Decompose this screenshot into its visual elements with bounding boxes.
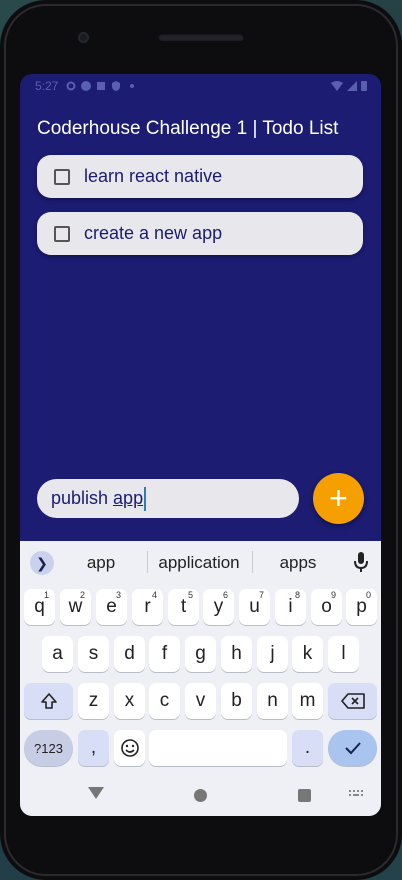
key-u[interactable]: u7	[239, 589, 270, 625]
screen: 5:27 Coderhouse Challenge 1 | Todo List …	[20, 74, 381, 816]
notification-icon	[81, 81, 92, 91]
home-nav-icon[interactable]	[194, 789, 207, 802]
input-text: publish	[51, 488, 114, 508]
shift-icon	[40, 693, 57, 709]
period-key[interactable]: .	[292, 730, 323, 766]
checkmark-icon	[344, 742, 361, 755]
key-m[interactable]: m	[292, 683, 323, 719]
key-p[interactable]: p0	[346, 589, 377, 625]
key-y[interactable]: y6	[203, 589, 234, 625]
todo-checkbox[interactable]	[54, 225, 70, 242]
enter-key[interactable]	[328, 730, 377, 766]
key-l[interactable]: l	[328, 636, 359, 672]
new-todo-input[interactable]: publish app	[37, 479, 299, 518]
key-d[interactable]: d	[114, 636, 145, 672]
key-c[interactable]: c	[149, 683, 180, 719]
suggestion[interactable]: apps	[265, 553, 331, 573]
chevron-right-icon: ❯	[36, 554, 48, 571]
text-cursor	[144, 486, 147, 511]
more-notifications-icon	[130, 84, 135, 88]
plus-icon: +	[329, 480, 348, 516]
key-b[interactable]: b	[221, 683, 252, 719]
key-s[interactable]: s	[78, 636, 109, 672]
status-bar: 5:27	[20, 74, 381, 98]
suggestion[interactable]: application	[153, 553, 245, 573]
key-a[interactable]: a	[42, 636, 73, 672]
key-n[interactable]: n	[257, 683, 288, 719]
key-z[interactable]: z	[78, 683, 109, 719]
key-e[interactable]: e3	[96, 589, 127, 625]
suggestion[interactable]: app	[70, 553, 132, 573]
status-time: 5:27	[35, 79, 59, 93]
expand-toolbar-button[interactable]: ❯	[30, 551, 54, 575]
soft-keyboard: ❯ app application apps q1 w2 e3 r4 t5 y6	[20, 541, 381, 816]
app-title: Coderhouse Challenge 1 | Todo List	[37, 118, 339, 139]
key-i[interactable]: i8	[275, 589, 306, 625]
key-o[interactable]: o9	[311, 589, 342, 625]
symbols-key[interactable]: ?123	[24, 730, 73, 766]
todo-item[interactable]: learn react native	[37, 155, 363, 198]
key-h[interactable]: h	[221, 636, 252, 672]
emoji-icon	[120, 739, 139, 757]
key-v[interactable]: v	[185, 683, 216, 719]
signal-icon	[347, 80, 357, 91]
wifi-icon	[331, 80, 343, 91]
sd-card-icon	[97, 82, 106, 90]
back-nav-icon[interactable]	[88, 787, 104, 799]
key-q[interactable]: q1	[24, 589, 55, 625]
key-k[interactable]: k	[292, 636, 323, 672]
todo-item[interactable]: create a new app	[37, 212, 363, 255]
status-right	[331, 80, 367, 91]
backspace-key[interactable]	[328, 683, 377, 719]
input-composing-text: app	[113, 488, 144, 508]
settings-icon	[66, 81, 76, 91]
comma-key[interactable]: ,	[78, 730, 109, 766]
suggestion-divider	[252, 551, 253, 573]
todo-checkbox[interactable]	[54, 168, 70, 185]
key-g[interactable]: g	[185, 636, 216, 672]
battery-icon	[361, 81, 367, 91]
recents-nav-icon[interactable]	[298, 789, 311, 802]
shield-icon	[112, 81, 121, 91]
add-todo-button[interactable]: +	[313, 473, 364, 524]
suggestion-strip: ❯ app application apps	[20, 541, 381, 583]
shift-key[interactable]	[24, 683, 73, 719]
space-key[interactable]	[149, 730, 287, 766]
key-j[interactable]: j	[257, 636, 288, 672]
phone-frame: 5:27 Coderhouse Challenge 1 | Todo List …	[0, 0, 402, 880]
backspace-icon	[340, 693, 365, 709]
emoji-key[interactable]	[114, 730, 145, 766]
earpiece-speaker	[158, 33, 244, 41]
front-camera	[78, 32, 89, 43]
key-x[interactable]: x	[114, 683, 145, 719]
key-f[interactable]: f	[149, 636, 180, 672]
key-t[interactable]: t5	[168, 589, 199, 625]
keyboard-switch-icon[interactable]	[348, 789, 364, 799]
key-w[interactable]: w2	[60, 589, 91, 625]
key-r[interactable]: r4	[132, 589, 163, 625]
todo-label: learn react native	[84, 166, 223, 186]
navigation-bar	[20, 774, 381, 816]
microphone-icon[interactable]	[354, 551, 368, 573]
suggestion-divider	[147, 551, 148, 573]
todo-label: create a new app	[84, 223, 223, 243]
